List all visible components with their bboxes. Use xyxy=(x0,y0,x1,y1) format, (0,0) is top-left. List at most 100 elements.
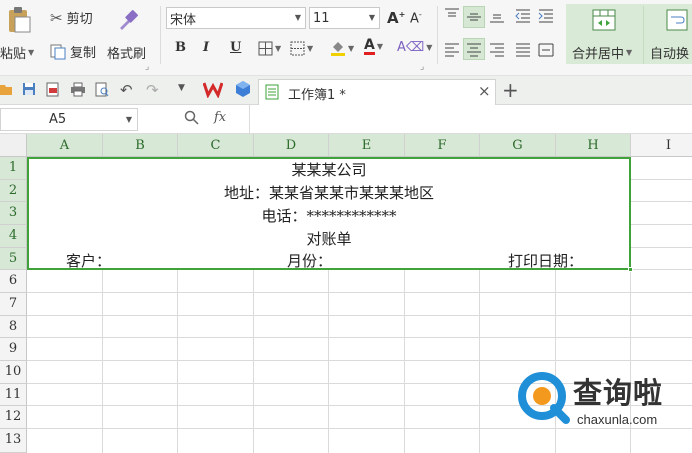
italic-button[interactable]: I xyxy=(203,40,209,55)
align-center-button[interactable] xyxy=(463,38,485,60)
align-top-button[interactable] xyxy=(444,7,460,23)
wrap-text-button[interactable]: 自动换 xyxy=(650,43,689,62)
align-left-button[interactable] xyxy=(444,41,460,57)
row-label: 4 xyxy=(8,228,18,243)
wps-home-button[interactable] xyxy=(203,80,223,98)
paste-label-button[interactable]: 粘贴 ▼ xyxy=(0,43,34,62)
brush-icon xyxy=(120,10,138,30)
export-pdf-button[interactable] xyxy=(46,82,60,97)
underline-button[interactable]: U xyxy=(230,40,241,55)
column-header-A[interactable]: A xyxy=(27,134,103,157)
redo-button[interactable]: ↷ xyxy=(146,81,159,99)
column-header-C[interactable]: C xyxy=(178,134,254,157)
align-bottom-icon xyxy=(490,14,504,23)
new-tab-button[interactable]: + xyxy=(502,78,519,102)
align-middle-icon xyxy=(467,13,481,21)
indent-increase-icon xyxy=(538,9,553,23)
row-header-2[interactable]: 2 xyxy=(0,180,27,202)
distributed-align-button[interactable] xyxy=(538,41,554,57)
print-preview-icon xyxy=(95,82,109,97)
borders-button[interactable]: ▼ xyxy=(258,41,281,56)
cut-button[interactable]: ✂ 剪切 xyxy=(50,8,93,28)
copy-label: 复制 xyxy=(70,46,97,61)
chevron-down-icon: ▼ xyxy=(368,13,375,22)
fill-handle[interactable] xyxy=(628,267,633,272)
justify-button[interactable] xyxy=(515,41,531,57)
column-header-I[interactable]: I xyxy=(631,134,692,157)
row-header-7[interactable]: 7 xyxy=(0,293,27,316)
formula-bar: A5 ▼ fx xyxy=(0,105,692,134)
merge-center-button[interactable]: 合并居中 ▼ xyxy=(572,43,632,62)
format-painter-icon-button[interactable] xyxy=(116,8,140,32)
chevron-down-icon: ▼ xyxy=(125,115,132,124)
formula-divider xyxy=(249,105,250,134)
ribbon-divider xyxy=(643,6,644,64)
folder-open-icon xyxy=(0,85,12,95)
fill-bucket-icon xyxy=(331,42,345,56)
selection-range-border xyxy=(27,157,631,270)
increase-font-size-button[interactable]: A+ xyxy=(387,9,405,27)
row-header-10[interactable]: 10 xyxy=(0,361,27,384)
increase-indent-button[interactable] xyxy=(538,8,554,24)
undo-button[interactable]: ↶ xyxy=(120,81,133,99)
font-dialog-launcher-icon[interactable]: ⌟ xyxy=(420,62,424,72)
ribbon-divider xyxy=(437,6,438,64)
print-preview-button[interactable] xyxy=(95,82,109,97)
paste-button[interactable] xyxy=(6,6,32,34)
gridline xyxy=(27,360,692,361)
save-button[interactable] xyxy=(22,82,36,96)
zoom-formula-button[interactable] xyxy=(184,110,199,125)
column-header-H[interactable]: H xyxy=(556,134,631,157)
column-header-E[interactable]: E xyxy=(329,134,405,157)
row-header-12[interactable]: 12 xyxy=(0,406,27,429)
select-all-corner[interactable] xyxy=(0,134,27,157)
customize-toolbar-button[interactable]: ▼ xyxy=(178,83,185,93)
decrease-font-icon: A- xyxy=(410,10,422,27)
row-header-1[interactable]: 1 xyxy=(0,157,27,180)
name-box[interactable]: A5 ▼ xyxy=(0,108,138,131)
decrease-indent-button[interactable] xyxy=(515,8,531,24)
decrease-font-size-button[interactable]: A- xyxy=(410,10,422,26)
row-header-3[interactable]: 3 xyxy=(0,202,27,225)
formula-input[interactable] xyxy=(252,108,690,131)
open-file-button[interactable] xyxy=(0,82,12,96)
align-right-button[interactable] xyxy=(489,41,505,57)
column-header-G[interactable]: G xyxy=(480,134,556,157)
cloud-docs-button[interactable] xyxy=(235,80,251,98)
row-header-6[interactable]: 6 xyxy=(0,270,27,293)
close-tab-icon[interactable]: × xyxy=(478,82,491,100)
row-header-4[interactable]: 4 xyxy=(0,225,27,248)
clipboard-dialog-launcher-icon[interactable]: ⌟ xyxy=(145,62,149,72)
row-header-5[interactable]: 5 xyxy=(0,248,27,270)
copy-button[interactable]: 复制 xyxy=(50,42,96,61)
row-header-9[interactable]: 9 xyxy=(0,338,27,361)
row-label: 3 xyxy=(8,205,18,220)
column-label: G xyxy=(512,138,523,153)
column-header-B[interactable]: B xyxy=(103,134,178,157)
fx-icon: fx xyxy=(214,110,227,125)
insert-function-button[interactable]: fx xyxy=(214,110,226,125)
font-color-button[interactable]: A ▼ xyxy=(364,38,383,55)
column-header-F[interactable]: F xyxy=(405,134,480,157)
tab-workbook1[interactable]: 工作簿1 * × xyxy=(258,79,496,105)
gridline xyxy=(27,292,692,293)
fill-color-button[interactable]: ▼ xyxy=(330,39,354,57)
font-name-select[interactable]: 宋体 ▼ xyxy=(166,7,306,29)
cell-style-button[interactable]: ▼ xyxy=(290,41,313,56)
align-bottom-button[interactable] xyxy=(489,8,505,24)
clear-format-button[interactable]: A⌫ ▼ xyxy=(397,40,432,55)
row-header-8[interactable]: 8 xyxy=(0,316,27,338)
format-painter-button[interactable]: 格式刷 xyxy=(107,43,146,62)
wrap-text-icon-button[interactable] xyxy=(666,9,688,31)
merge-center-icon-button[interactable] xyxy=(592,9,616,31)
column-header-D[interactable]: D xyxy=(254,134,329,157)
row-header-11[interactable]: 11 xyxy=(0,384,27,406)
scissors-icon: ✂ xyxy=(50,8,63,27)
print-button[interactable] xyxy=(70,82,86,97)
row-header-13[interactable]: 13 xyxy=(0,429,27,453)
undo-icon: ↶ xyxy=(120,81,133,99)
merge-cells-icon xyxy=(592,9,616,31)
align-middle-button[interactable] xyxy=(463,6,485,28)
font-size-select[interactable]: 11 ▼ xyxy=(309,7,380,29)
bold-button[interactable]: B xyxy=(175,40,186,55)
